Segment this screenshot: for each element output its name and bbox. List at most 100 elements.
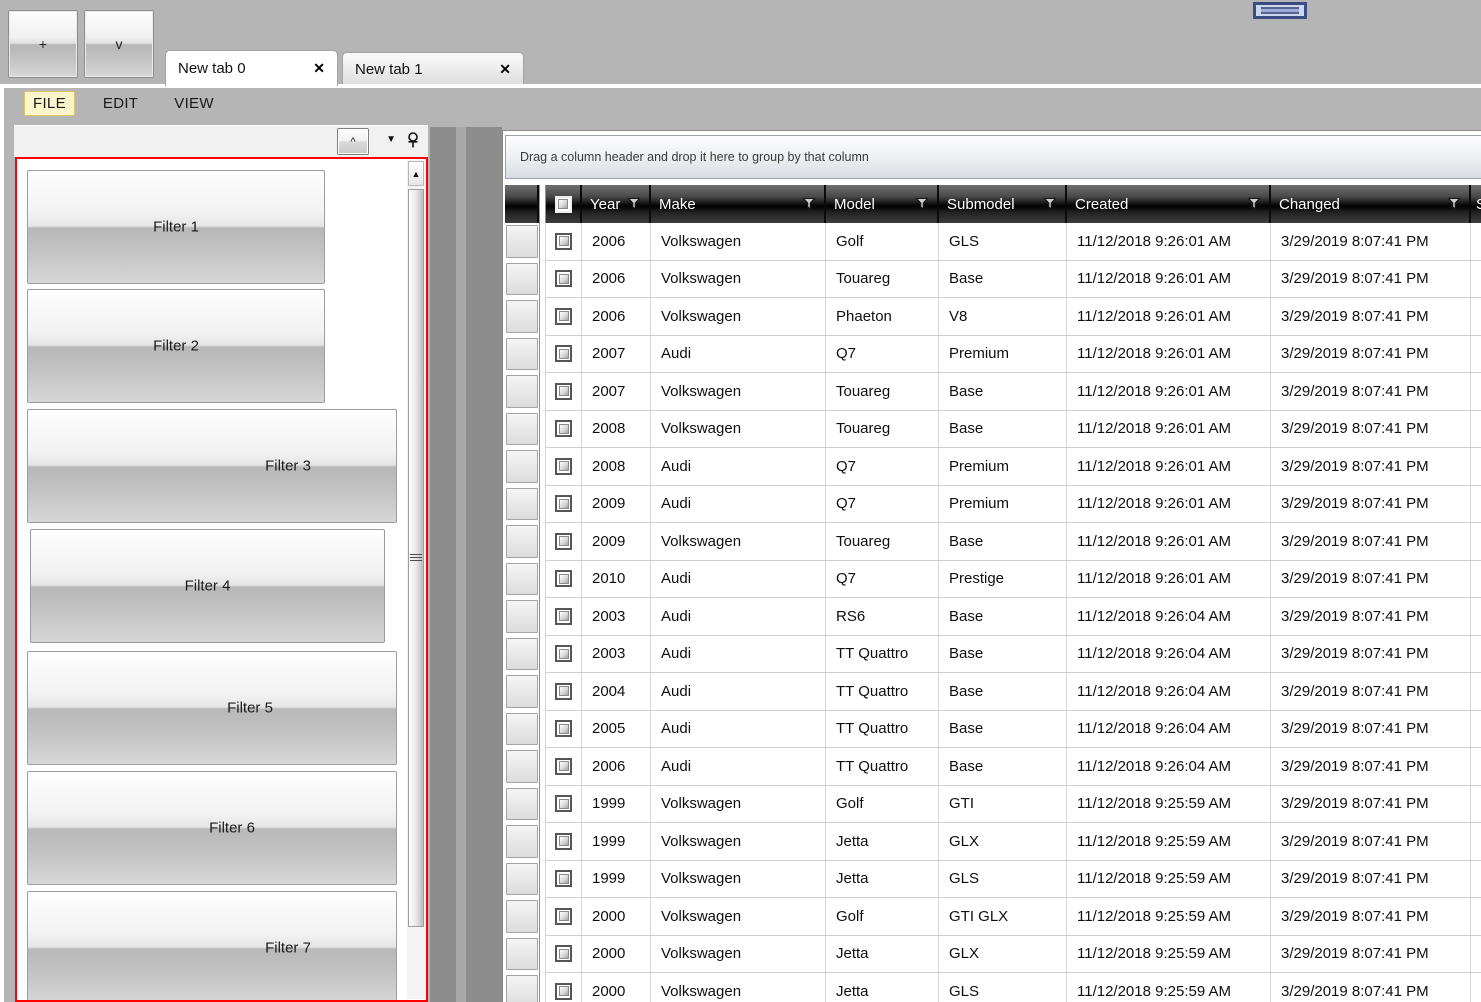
row-checkbox[interactable]: [555, 982, 572, 1000]
filter-funnel-icon[interactable]: [1247, 197, 1261, 211]
chevron-down-icon[interactable]: ▼: [386, 134, 396, 145]
row-select-cell[interactable]: [546, 410, 582, 448]
row-indicator-cell[interactable]: [505, 561, 539, 599]
row-select-cell[interactable]: [546, 523, 582, 561]
row-indicator-cell[interactable]: [505, 523, 539, 561]
row-checkbox[interactable]: [555, 907, 572, 925]
row-indicator-cell[interactable]: [505, 598, 539, 636]
table-row[interactable]: 2007 Volkswagen Touareg Base 11/12/2018 …: [505, 373, 1481, 411]
table-row[interactable]: 2004 Audi TT Quattro Base 11/12/2018 9:2…: [505, 673, 1481, 711]
row-indicator-cell[interactable]: [505, 786, 539, 824]
column-header-changed[interactable]: Changed: [1271, 185, 1471, 223]
tab-close-icon[interactable]: ✕: [313, 60, 325, 77]
table-row[interactable]: 2000 Volkswagen Jetta GLX 11/12/2018 9:2…: [505, 935, 1481, 974]
row-indicator-cell[interactable]: [505, 711, 539, 749]
row-checkbox[interactable]: [555, 307, 572, 325]
filter-button[interactable]: Filter 1: [27, 170, 325, 284]
row-indicator-cell[interactable]: [505, 373, 539, 411]
row-select-cell[interactable]: [546, 373, 582, 411]
row-checkbox[interactable]: [555, 870, 572, 888]
row-checkbox[interactable]: [555, 832, 572, 850]
collapse-panel-button[interactable]: ^: [337, 128, 369, 155]
row-checkbox[interactable]: [555, 495, 572, 513]
row-indicator-cell[interactable]: [505, 448, 539, 486]
table-row[interactable]: 2006 Audi TT Quattro Base 11/12/2018 9:2…: [505, 748, 1481, 786]
row-select-cell[interactable]: [546, 673, 582, 711]
tab-select-button[interactable]: v: [84, 10, 154, 78]
row-checkbox[interactable]: [555, 382, 572, 400]
row-select-cell[interactable]: [546, 748, 582, 786]
row-indicator-cell[interactable]: [505, 973, 539, 1002]
row-indicator-cell[interactable]: [505, 298, 539, 336]
table-row[interactable]: 1999 Volkswagen Jetta GLX 11/12/2018 9:2…: [505, 823, 1481, 861]
row-checkbox[interactable]: [555, 420, 572, 438]
row-checkbox[interactable]: [555, 795, 572, 813]
row-select-cell[interactable]: [546, 935, 582, 973]
filter-button[interactable]: Filter 6: [27, 771, 397, 885]
add-tab-button[interactable]: +: [8, 10, 78, 78]
table-row[interactable]: 1999 Volkswagen Jetta GLS 11/12/2018 9:2…: [505, 860, 1481, 898]
row-checkbox[interactable]: [555, 232, 572, 250]
row-indicator-cell[interactable]: [505, 636, 539, 674]
row-indicator-cell[interactable]: [505, 411, 539, 449]
row-checkbox[interactable]: [555, 682, 572, 700]
menu-item[interactable]: EDIT: [95, 92, 146, 115]
row-select-cell[interactable]: [546, 223, 582, 261]
tab-close-icon[interactable]: ✕: [499, 61, 511, 78]
filter-button[interactable]: Filter 7: [27, 891, 397, 1000]
menu-item[interactable]: VIEW: [166, 92, 222, 115]
table-row[interactable]: 2000 Volkswagen Jetta GLS 11/12/2018 9:2…: [505, 973, 1481, 1002]
filter-funnel-icon[interactable]: [1447, 197, 1461, 211]
row-checkbox[interactable]: [555, 570, 572, 588]
table-row[interactable]: 2008 Volkswagen Touareg Base 11/12/2018 …: [505, 410, 1481, 449]
row-select-cell[interactable]: [546, 560, 582, 598]
row-indicator-cell[interactable]: [505, 223, 539, 261]
row-checkbox[interactable]: [555, 532, 572, 550]
row-select-cell[interactable]: [546, 898, 582, 936]
scrollbar-thumb[interactable]: [408, 189, 424, 927]
filter-button[interactable]: Filter 4: [30, 529, 385, 643]
row-indicator-cell[interactable]: [505, 936, 539, 974]
filter-funnel-icon[interactable]: [1043, 197, 1057, 211]
row-checkbox[interactable]: [555, 607, 572, 625]
scrollbar-up-arrow[interactable]: ▲: [408, 161, 424, 186]
table-row[interactable]: 2009 Audi Q7 Premium 11/12/2018 9:26:01 …: [505, 485, 1481, 524]
column-header-model[interactable]: Model: [826, 185, 939, 223]
filter-button[interactable]: Filter 3: [27, 409, 397, 523]
tab-new-tab-1[interactable]: New tab 1 ✕: [342, 52, 524, 85]
table-row[interactable]: 2007 Audi Q7 Premium 11/12/2018 9:26:01 …: [505, 335, 1481, 374]
row-checkbox[interactable]: [555, 720, 572, 738]
table-row[interactable]: 1999 Volkswagen Golf GTI 11/12/2018 9:25…: [505, 785, 1481, 824]
row-checkbox[interactable]: [555, 345, 572, 363]
filter-funnel-icon[interactable]: [802, 197, 816, 211]
pin-icon[interactable]: [404, 131, 422, 151]
row-checkbox[interactable]: [555, 645, 572, 663]
table-row[interactable]: 2005 Audi TT Quattro Base 11/12/2018 9:2…: [505, 710, 1481, 749]
row-select-cell[interactable]: [546, 973, 582, 1002]
group-by-drop-area[interactable]: Drag a column header and drop it here to…: [505, 135, 1481, 179]
splitter-handle[interactable]: [456, 127, 466, 1002]
row-select-cell[interactable]: [546, 598, 582, 636]
table-row[interactable]: 2006 Volkswagen Phaeton V8 11/12/2018 9:…: [505, 298, 1481, 336]
column-header-make[interactable]: Make: [651, 185, 826, 223]
panel-splitter[interactable]: [430, 127, 502, 1002]
row-select-cell[interactable]: [546, 785, 582, 823]
select-all-header[interactable]: [546, 185, 582, 223]
row-checkbox[interactable]: [555, 945, 572, 963]
table-row[interactable]: 2009 Volkswagen Touareg Base 11/12/2018 …: [505, 523, 1481, 561]
column-header-submodel[interactable]: Submodel: [939, 185, 1067, 223]
filter-button[interactable]: Filter 5: [27, 651, 397, 765]
filter-funnel-icon[interactable]: [915, 197, 929, 211]
row-indicator-cell[interactable]: [505, 673, 539, 711]
row-select-cell[interactable]: [546, 860, 582, 898]
table-row[interactable]: 2008 Audi Q7 Premium 11/12/2018 9:26:01 …: [505, 448, 1481, 486]
row-indicator-cell[interactable]: [505, 336, 539, 374]
table-row[interactable]: 2006 Volkswagen Golf GLS 11/12/2018 9:26…: [505, 223, 1481, 261]
row-select-cell[interactable]: [546, 260, 582, 298]
row-select-cell[interactable]: [546, 448, 582, 486]
row-indicator-cell[interactable]: [505, 486, 539, 524]
row-select-cell[interactable]: [546, 485, 582, 523]
row-checkbox[interactable]: [555, 270, 572, 288]
table-row[interactable]: 2003 Audi TT Quattro Base 11/12/2018 9:2…: [505, 635, 1481, 674]
column-header-clipped[interactable]: S: [1471, 185, 1481, 223]
